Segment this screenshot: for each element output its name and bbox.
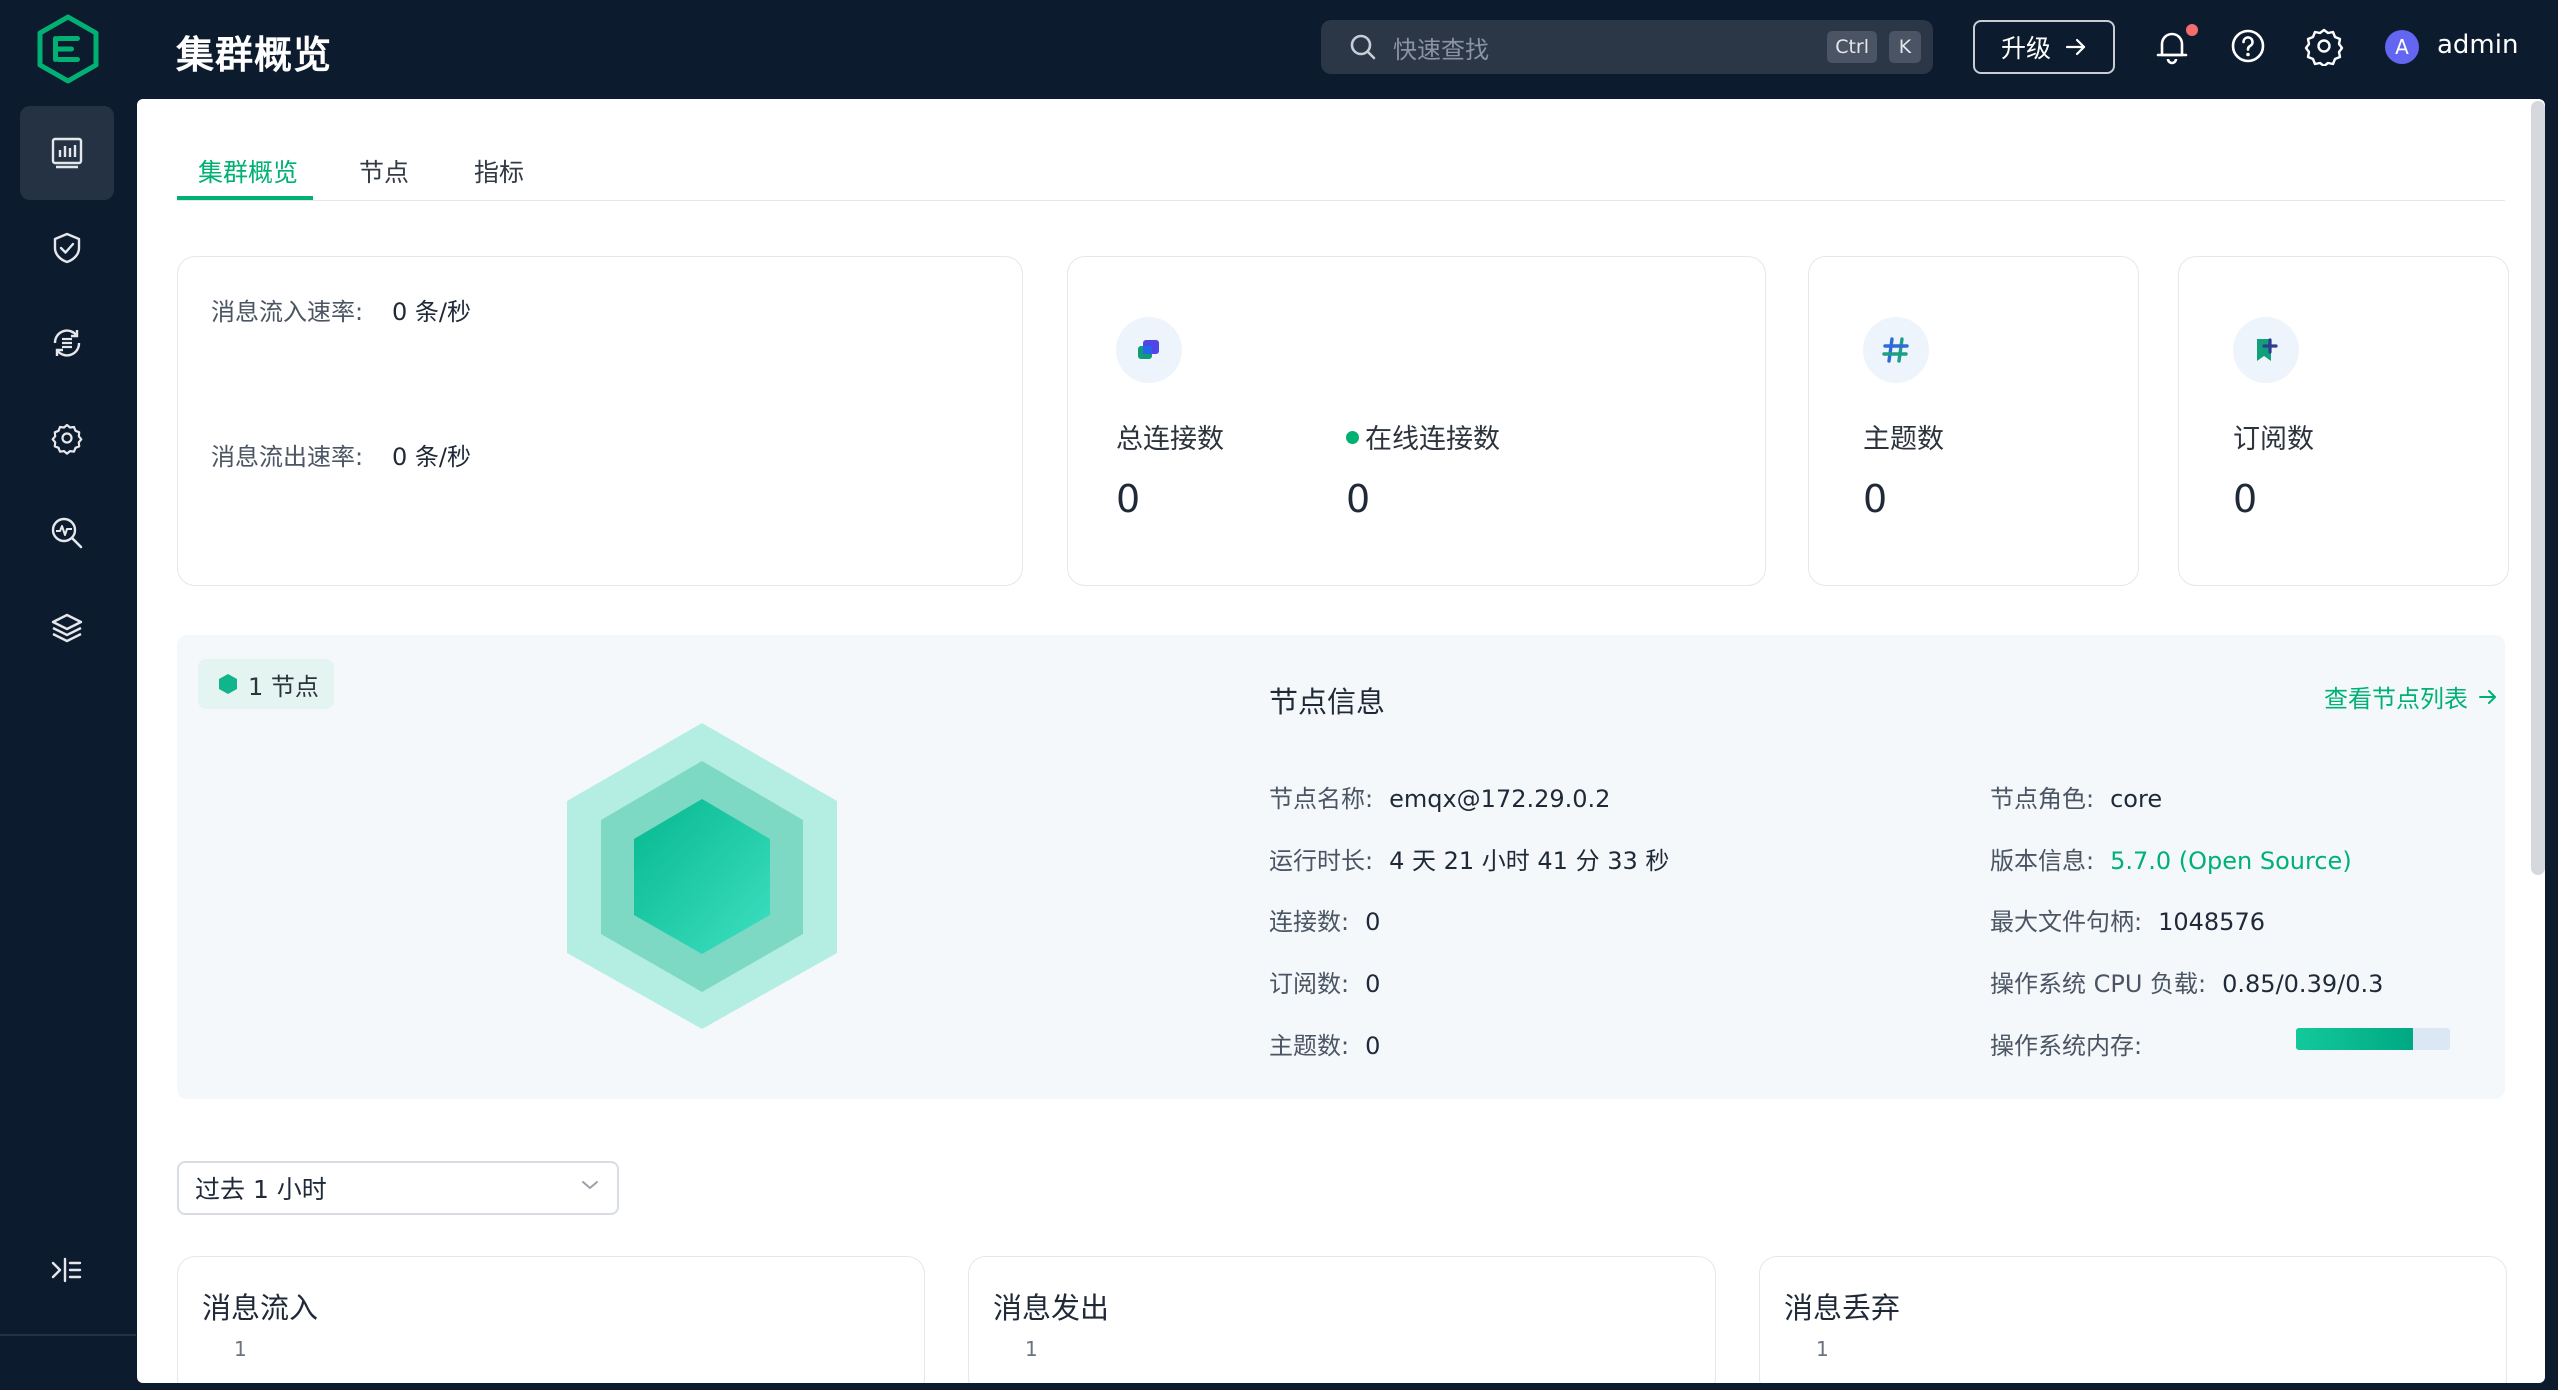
sidebar-item-extensions[interactable] (20, 581, 114, 675)
sidebar-item-diagnose[interactable] (20, 486, 114, 580)
version-link[interactable]: 5.7.0 (Open Source) (2110, 847, 2352, 875)
sidebar-collapse-button[interactable] (46, 1252, 86, 1288)
time-range-value: 过去 1 小时 (195, 1175, 327, 1204)
shield-icon (53, 232, 81, 264)
subscriptions-label: 订阅数 (2233, 424, 2314, 455)
node-hexagon-graphic[interactable] (565, 721, 839, 1031)
vertical-scrollbar[interactable] (2531, 101, 2545, 875)
tab-nodes[interactable]: 节点 (359, 153, 409, 189)
outgoing-rate-value: 0 条/秒 (392, 443, 471, 471)
diagnose-icon (51, 517, 83, 549)
chart-title: 消息发出 (993, 1291, 1110, 1325)
notification-badge (2186, 24, 2198, 36)
node-hexagon-icon (219, 674, 237, 694)
sidebar-item-integration[interactable] (20, 296, 114, 390)
online-status-dot (1346, 431, 1359, 444)
chart-y-tick: 1 (1816, 1337, 1829, 1361)
search-icon (1350, 34, 1376, 60)
tab-metrics[interactable]: 指标 (474, 153, 524, 189)
integration-icon (53, 329, 81, 357)
topics-value: 0 (1863, 477, 1888, 521)
node-info-title: 节点信息 (1269, 685, 1386, 719)
node-connections-field: 连接数: 0 (1269, 908, 1381, 936)
settings-gear-icon[interactable] (2304, 26, 2344, 66)
chart-card-messages-dropped: 消息丢弃 1 (1759, 1256, 2507, 1383)
top-header: 集群概览 快速查找 Ctrl K 升级 A admin (0, 0, 2558, 99)
layers-icon (51, 613, 83, 643)
max-file-handles-field: 最大文件句柄: 1048576 (1990, 908, 2265, 936)
shortcut-key-ctrl: Ctrl (1827, 31, 1877, 63)
tab-bar: 集群概览 节点 指标 (177, 99, 2505, 201)
user-avatar[interactable]: A (2385, 30, 2419, 64)
node-count-label: 1 节点 (248, 672, 319, 701)
total-connections-value: 0 (1116, 477, 1141, 521)
hashtag-icon (1882, 337, 1909, 363)
tab-cluster-overview[interactable]: 集群概览 (198, 153, 298, 189)
message-rate-card: 消息流入速率: 0 条/秒 消息流出速率: 0 条/秒 (177, 256, 1023, 586)
chart-title: 消息丢弃 (1784, 1291, 1901, 1325)
chart-title: 消息流入 (202, 1291, 319, 1325)
online-connections-value: 0 (1346, 477, 1371, 521)
node-topics-field: 主题数: 0 (1269, 1032, 1381, 1060)
version-field: 版本信息: 5.7.0 (Open Source) (1990, 847, 2352, 875)
topics-label: 主题数 (1863, 424, 1944, 455)
node-name-field: 节点名称: emqx@172.29.0.2 (1269, 785, 1611, 813)
sidebar-item-dashboard[interactable] (20, 106, 114, 200)
shortcut-key-k: K (1889, 31, 1921, 63)
node-info-section: 1 节点 节点信息 查看节点列表 节点名称: emqx@172.29.0.2 运… (177, 635, 2505, 1099)
cpu-load-field: 操作系统 CPU 负载: 0.85/0.39/0.3 (1990, 970, 2384, 998)
uptime-field: 运行时长: 4 天 21 小时 41 分 33 秒 (1269, 847, 1670, 875)
incoming-rate-label: 消息流入速率: (211, 298, 364, 326)
main-panel: 集群概览 节点 指标 消息流入速率: 0 条/秒 消息流出速率: 0 条/秒 总… (137, 99, 2545, 1383)
view-node-list-link[interactable]: 查看节点列表 (2324, 679, 2498, 714)
page-title: 集群概览 (176, 33, 333, 77)
chevron-down-icon (582, 1181, 598, 1189)
sidebar-item-access-control[interactable] (20, 201, 114, 295)
chart-y-tick: 1 (1025, 1337, 1038, 1361)
sidebar-nav (0, 99, 136, 1390)
sidebar-item-management[interactable] (20, 391, 114, 485)
emqx-logo-icon[interactable] (36, 14, 100, 84)
node-subscriptions-field: 订阅数: 0 (1269, 970, 1381, 998)
quick-search-input[interactable]: 快速查找 Ctrl K (1321, 20, 1933, 74)
topics-card: 主题数 0 (1808, 256, 2139, 586)
memory-usage-fill (2296, 1028, 2414, 1050)
connections-icon (1138, 340, 1159, 359)
upgrade-button[interactable]: 升级 (1973, 20, 2115, 74)
time-range-select[interactable]: 过去 1 小时 (177, 1161, 619, 1215)
subscriptions-icon-wrap (2233, 317, 2299, 383)
chart-card-messages-sent: 消息发出 1 (968, 1256, 1716, 1383)
connections-card: 总连接数 0 在线连接数 0 (1067, 256, 1766, 586)
username-label[interactable]: admin (2437, 30, 2518, 60)
chart-card-messages-received: 消息流入 1 (177, 1256, 925, 1383)
chart-y-tick: 1 (234, 1337, 247, 1361)
subscription-bookmark-icon (2257, 338, 2278, 361)
incoming-rate-value: 0 条/秒 (392, 298, 471, 326)
sidebar-divider (0, 1334, 136, 1336)
management-icon (51, 423, 83, 455)
subscriptions-value: 0 (2233, 477, 2258, 521)
help-icon[interactable] (2228, 26, 2268, 66)
collapse-icon (51, 1257, 82, 1283)
topics-icon-wrap (1863, 317, 1929, 383)
online-connections-label: 在线连接数 (1346, 417, 1500, 456)
outgoing-rate-label: 消息流出速率: (211, 443, 364, 471)
node-role-field: 节点角色: core (1990, 785, 2163, 813)
upgrade-label: 升级 (2000, 34, 2051, 63)
subscriptions-card: 订阅数 0 (2178, 256, 2509, 586)
dashboard-icon (51, 137, 83, 169)
memory-usage-bar[interactable] (2296, 1028, 2450, 1050)
arrow-right-icon (2479, 689, 2496, 704)
os-memory-field: 操作系统内存: (1990, 1032, 2143, 1060)
connections-icon-wrap (1116, 317, 1182, 383)
total-connections-label: 总连接数 (1116, 424, 1224, 455)
search-placeholder: 快速查找 (1393, 35, 1489, 64)
active-tab-indicator (177, 196, 313, 200)
node-count-badge[interactable]: 1 节点 (198, 659, 334, 709)
arrow-right-icon (2065, 38, 2086, 56)
